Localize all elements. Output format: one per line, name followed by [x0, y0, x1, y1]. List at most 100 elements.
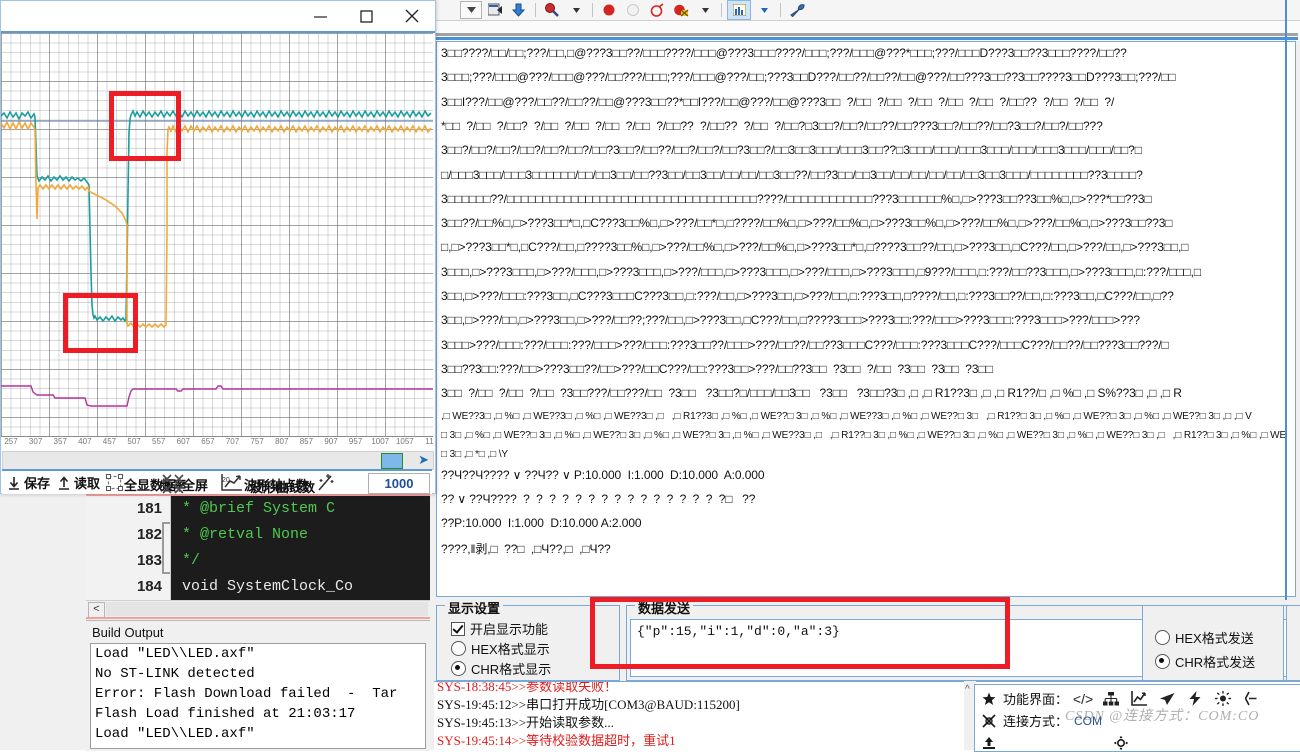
waveform-titlebar[interactable] [1, 1, 435, 31]
close-button[interactable] [389, 1, 435, 31]
line-number: 181 [136, 500, 162, 517]
x-axis-tick: 357 [53, 437, 67, 446]
gear-icon[interactable] [1113, 735, 1129, 751]
radio-icon[interactable] [451, 641, 466, 656]
third-row [981, 735, 1129, 751]
axis-points-value: 1000 [384, 476, 414, 491]
radio-icon[interactable] [1155, 654, 1170, 669]
x-axis-tick: 407 [78, 437, 92, 446]
breakpoint-toggle-icon[interactable] [646, 1, 668, 19]
waveform-plot[interactable] [1, 33, 433, 437]
x-axis-labels: 257 307 357 407 457 507 557 607 657 707 757 807 857 9… [1, 437, 434, 451]
scroll-left-arrow[interactable]: < [88, 602, 105, 618]
receive-line: 3□□□,□>???3□□□,□>???/□□□,□>???3□□□,□>???… [441, 264, 1202, 279]
fullscreen-button[interactable]: 全显数据 频率 全屏 [104, 471, 216, 494]
hex-send-label: HEX格式发送 [1175, 631, 1254, 646]
chevron-down-icon[interactable] [565, 1, 587, 19]
receive-divider-gray [436, 33, 1298, 36]
receive-line: *□□ ?/□□ ?/□□? ?/□□ ?/□□ ?/□□ ?/□□ ?/□□?… [441, 118, 1103, 133]
log-line: SYS-19:45:12>>串口打开成功[COM3@BAUD:115200] [437, 697, 740, 712]
editor-gutter: 181 182 183 184 [86, 496, 171, 600]
hex-display-radio[interactable]: HEX格式显示 [451, 639, 550, 658]
keil-debug-toolbar [434, 0, 1300, 21]
receive-divider-blue [436, 37, 1298, 40]
breakpoint-disable-all-icon[interactable] [670, 1, 692, 19]
code-editor[interactable]: 181 182 183 184 * @brief System C * @ret… [86, 496, 430, 600]
chevron-down-icon[interactable] [460, 1, 482, 19]
watch-window-icon[interactable] [541, 1, 563, 19]
memory-window-icon[interactable] [484, 1, 506, 19]
configuration-wrench-icon[interactable] [786, 1, 808, 19]
logic-analyzer-icon[interactable] [727, 0, 751, 20]
breakpoint-icon[interactable] [598, 1, 620, 19]
connection-icon [981, 713, 997, 729]
series-teal [1, 109, 432, 323]
receive-line: 3□□□>???/□□□:???/□□□:???/□□□>???/□□□:???… [441, 337, 1169, 352]
x-axis-tick: 807 [275, 437, 289, 446]
receive-line: ?? ∨ ??Ч???? ? ? ? ? ? ? ? ? ? ? ? ? ? ?… [441, 491, 756, 506]
x-axis-tick: 557 [152, 437, 166, 446]
scroll-trough[interactable] [106, 602, 428, 616]
log-line: SYS-19:45:13>>开始读取参数... [437, 715, 614, 730]
receive-line: □ 3□ ,□ %□ ,□ WE??□ 3□ ,□ %□ ,□ WE??□ 3□… [441, 429, 1287, 441]
upload-icon [981, 735, 997, 751]
x-axis-tick: 957 [348, 437, 363, 446]
build-line: Flash Load finished at 21:03:17 [95, 706, 356, 722]
chevron-down-icon[interactable] [753, 1, 775, 19]
editor-bottom-divider [86, 617, 430, 619]
code-fold-bracket [162, 522, 170, 574]
checkbox-icon[interactable] [451, 621, 465, 636]
scroll-up-arrow[interactable]: ^ [965, 684, 970, 695]
axis-points-button[interactable]: 20 波形轴点数 波形曲线数 [220, 471, 340, 495]
save-label: 保存 [24, 476, 51, 491]
waveform-horizontal-scrollbar[interactable]: ➤ [2, 451, 434, 470]
hex-send-radio[interactable]: HEX格式发送 [1155, 628, 1254, 647]
build-line: No ST-LINK detected [95, 666, 255, 682]
waveform-window: 257 307 357 407 457 507 557 607 657 707 757 807 857 9… [0, 0, 436, 495]
scrollbar-thumb[interactable] [381, 453, 403, 469]
svg-text:20: 20 [222, 477, 230, 484]
maximize-button[interactable] [343, 1, 389, 31]
x-axis-tick: 257 [4, 437, 18, 446]
receive-line: 3□□??/□□%□,□>???3□□*□,□C???3□□%□,□>???/□… [441, 216, 1173, 231]
receive-textarea[interactable]: 3□□????/□□/□□;???/□□,□@???3□□??/□□□????/… [436, 41, 1296, 597]
receive-line: □/□□□3□□□/□□□3□□□□□□/□□/□□3□□/□□??3□□/□□… [441, 167, 1143, 182]
receive-line: 3□□,□>???/□□□:???3□□,□C???3□□□C???3□□,□:… [441, 289, 1174, 303]
x-axis-tick: 1057 [395, 437, 414, 446]
display-settings-title: 显示设置 [445, 598, 504, 617]
function-panel: 功能界面： </> 连接方式： COM CSDN @连接方式：COM:CO [974, 684, 1300, 752]
build-line: Error: Flash Download failed - Tar [95, 686, 398, 702]
chr-send-label: CHR格式发送 [1175, 655, 1256, 670]
chr-display-radio[interactable]: CHR格式显示 [451, 659, 551, 678]
radio-icon[interactable] [1155, 630, 1170, 645]
code-line: * @retval None [182, 526, 309, 543]
receive-line: □,□>???3□□*□,□C???/□□,□????3□□%□,□>???/□… [441, 240, 1189, 255]
expand-arrows-icon [162, 473, 184, 497]
log-line: SYS-18:38:45>>参数读取失败！ [437, 681, 618, 694]
x-axis-tick: 657 [201, 437, 215, 446]
step-into-icon[interactable] [508, 1, 530, 19]
serial-assistant-window: 3□□????/□□/□□;???/□□,□@???3□□??/□□□????/… [434, 0, 1300, 752]
waveform-toolbar: 保存 读取 全显数据 频率 全屏 20 波形轴点数 波形曲线数 1000 [2, 469, 432, 495]
build-output-text[interactable]: Load "LED\\LED.axf" No ST-LINK detected … [90, 643, 426, 749]
read-button[interactable]: 读取 [54, 471, 100, 494]
chr-display-label: CHR格式显示 [471, 662, 552, 677]
x-axis-tick: 757 [250, 437, 264, 446]
radio-icon[interactable] [451, 661, 466, 676]
scroll-right-arrow[interactable]: ➤ [418, 452, 429, 468]
save-icon [4, 473, 24, 493]
line-number: 183 [136, 552, 162, 569]
chevron-down-icon[interactable] [694, 1, 716, 19]
breakpoint-disabled-icon[interactable] [622, 1, 644, 19]
build-output-title: Build Output [92, 625, 164, 640]
chr-send-radio[interactable]: CHR格式发送 [1155, 652, 1255, 671]
code-line: */ [182, 552, 201, 569]
axis-points-input[interactable]: 1000 [368, 473, 430, 494]
editor-horizontal-scrollbar[interactable]: < [86, 600, 430, 618]
save-button[interactable]: 保存 [4, 471, 50, 494]
enable-display-checkbox[interactable]: 开启显示功能 [451, 619, 548, 638]
hex-display-label: HEX格式显示 [471, 642, 550, 657]
minimize-button[interactable] [297, 1, 343, 31]
read-label: 读取 [74, 476, 101, 491]
code-line: void SystemClock_Co [182, 578, 354, 595]
